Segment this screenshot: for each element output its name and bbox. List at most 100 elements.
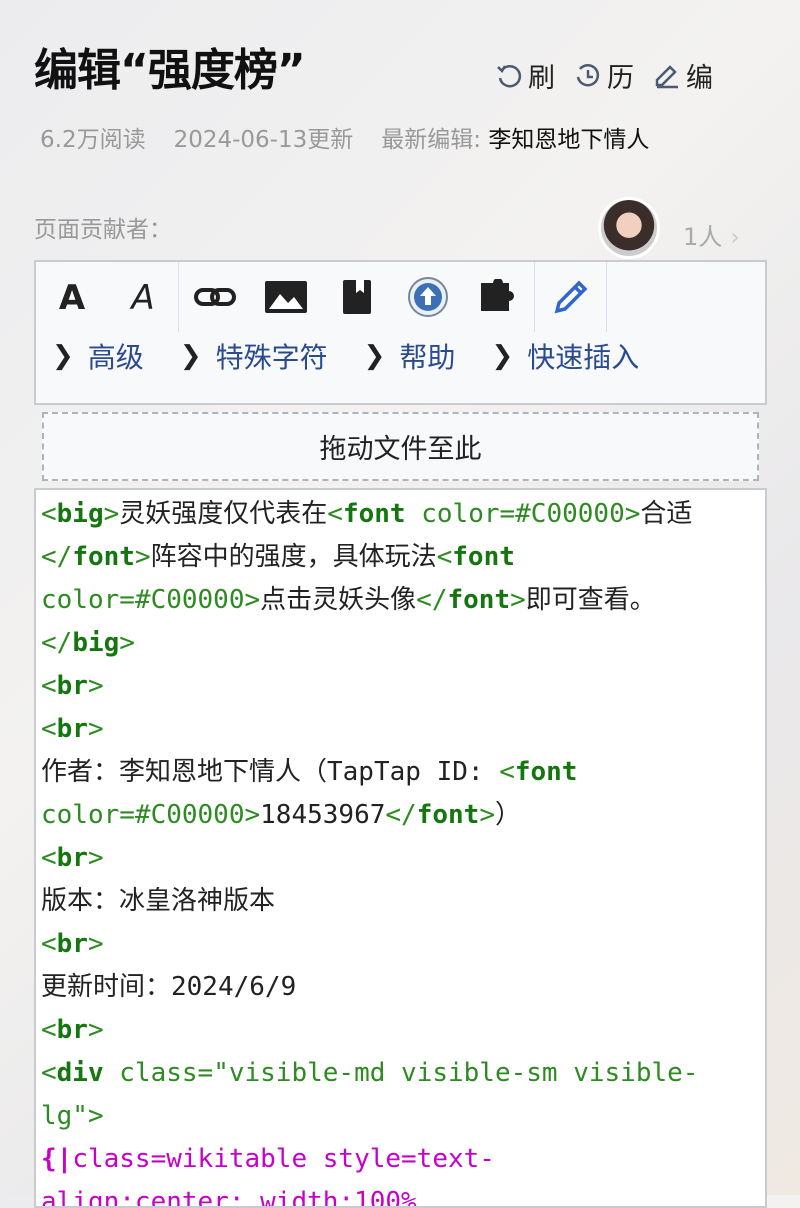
italic-icon: A: [129, 280, 154, 314]
code-token: 版本：冰皇洛神版本: [41, 886, 276, 916]
code-token: >: [103, 499, 120, 529]
template-button[interactable]: [463, 262, 534, 332]
code-token: <: [41, 929, 57, 959]
drop-zone-label: 拖动文件至此: [319, 434, 482, 465]
history-label: 历: [607, 63, 634, 94]
code-token: lg">: [41, 1101, 104, 1131]
chevron-right-icon: ❯: [363, 341, 386, 371]
editor-toolbar: A A ❯ 高级 ❯ 特殊字符 ❯ 帮助 ❯ 快速插入: [34, 260, 767, 405]
code-token: font: [72, 542, 135, 572]
code-token: >: [134, 542, 151, 572]
code-token: 灵妖强度仅代表在: [119, 499, 328, 529]
code-token: font: [514, 757, 578, 787]
code-token: class=wikitable style=text-: [72, 1144, 495, 1174]
refresh-label: 刷: [528, 63, 555, 94]
code-line: color=#C00000>点击灵妖头像</font>即可查看。: [41, 579, 765, 622]
code-token: <: [499, 757, 515, 787]
code-token: 作者：李知恩地下情人（TapTap ID:: [41, 757, 500, 787]
file-drop-zone[interactable]: 拖动文件至此: [42, 412, 759, 481]
contributors-count-text: 1人: [683, 223, 723, 251]
svg-text:A: A: [129, 280, 154, 314]
wikitext-editor[interactable]: <big>灵妖强度仅代表在<font color=#C00000>合适 </fon…: [34, 488, 767, 1208]
code-token: 即可查看。: [525, 585, 656, 615]
code-line: lg">: [41, 1095, 765, 1138]
read-count: 6.2万阅读: [40, 127, 146, 153]
code-line: color=#C00000>18453967</font>）: [41, 794, 765, 837]
code-line: <br>: [41, 708, 765, 751]
link-button[interactable]: [179, 262, 250, 332]
code-token: font: [416, 800, 480, 830]
code-token: br: [56, 929, 88, 959]
toolbar-link-label: 高级: [87, 341, 144, 374]
code-token: color=#C00000>: [41, 800, 261, 830]
toolbar-advanced[interactable]: ❯ 高级: [52, 336, 144, 376]
code-token: font: [342, 499, 406, 529]
code-token: <: [327, 499, 343, 529]
code-token: <: [41, 499, 57, 529]
edit-button[interactable]: 编: [652, 56, 713, 95]
code-line: <br>: [41, 837, 765, 880]
svg-text:A: A: [58, 280, 85, 314]
editor-name[interactable]: 李知恩地下情人: [488, 127, 649, 153]
code-token: >: [119, 628, 135, 658]
code-token: <: [41, 843, 57, 873]
code-token: font: [447, 585, 511, 615]
italic-button[interactable]: A: [107, 262, 178, 332]
code-token: <: [41, 1015, 57, 1045]
code-line: 更新时间：2024/6/9: [41, 966, 765, 1009]
code-line: 版本：冰皇洛神版本: [41, 880, 765, 923]
image-button[interactable]: [250, 262, 321, 332]
toolbar-link-label: 快速插入: [527, 341, 640, 374]
code-token: >: [87, 1015, 104, 1045]
avatar[interactable]: [598, 197, 660, 259]
chevron-right-icon: ❯: [52, 341, 74, 371]
history-button[interactable]: 历: [573, 56, 634, 95]
upload-button[interactable]: [392, 262, 463, 332]
code-token: </: [385, 800, 417, 830]
upload-icon: [407, 277, 448, 317]
code-token: >: [87, 843, 104, 873]
editor-label: 最新编辑:: [381, 127, 481, 153]
code-token: >: [87, 929, 104, 959]
code-token: 18453967: [260, 800, 386, 830]
code-token: <: [41, 671, 57, 701]
page-meta: 6.2万阅读 2024-06-13更新 最新编辑: 李知恩地下情人: [40, 120, 649, 154]
code-token: <: [41, 714, 57, 744]
code-token: >: [87, 714, 104, 744]
signature-button[interactable]: [535, 262, 606, 332]
code-token: </: [416, 585, 448, 615]
code-token: >: [87, 671, 104, 701]
code-line: <br>: [41, 665, 765, 708]
code-token: br: [56, 1015, 88, 1045]
toolbar-quick-insert[interactable]: ❯ 快速插入: [491, 336, 639, 376]
code-token: br: [56, 843, 88, 873]
code-token: <: [436, 542, 453, 572]
image-icon: [264, 281, 307, 313]
toolbar-special-chars[interactable]: ❯ 特殊字符: [180, 336, 328, 376]
history-icon: [576, 63, 600, 86]
toolbar-link-label: 特殊字符: [215, 341, 328, 374]
bold-button[interactable]: A: [36, 262, 107, 332]
toolbar-help[interactable]: ❯ 帮助: [364, 336, 456, 376]
code-line: </big>: [41, 622, 765, 665]
code-token: 更新时间：2024/6/9: [41, 972, 297, 1002]
contributors-label: 页面贡献者：: [34, 217, 172, 243]
code-token: big: [56, 499, 104, 529]
contributors-count[interactable]: 1人 ›: [683, 217, 740, 252]
chevron-right-icon: ›: [730, 223, 740, 251]
chevron-right-icon: ❯: [491, 341, 514, 371]
edit-label: 编: [686, 63, 713, 94]
template-icon: [480, 279, 514, 311]
code-line: </font>阵容中的强度，具体玩法<font: [41, 536, 765, 579]
code-token: big: [72, 628, 120, 658]
code-token: </: [41, 542, 73, 572]
code-token: color=#C00000>: [405, 499, 641, 529]
edit-icon: [655, 64, 678, 88]
toolbar-link-label: 帮助: [399, 341, 456, 374]
code-token: <: [41, 1058, 57, 1088]
reference-button[interactable]: [321, 262, 392, 332]
code-token: color=#C00000>: [41, 585, 261, 615]
refresh-button[interactable]: 刷: [494, 56, 555, 95]
code-token: {|: [41, 1144, 73, 1174]
code-token: div: [56, 1058, 104, 1088]
